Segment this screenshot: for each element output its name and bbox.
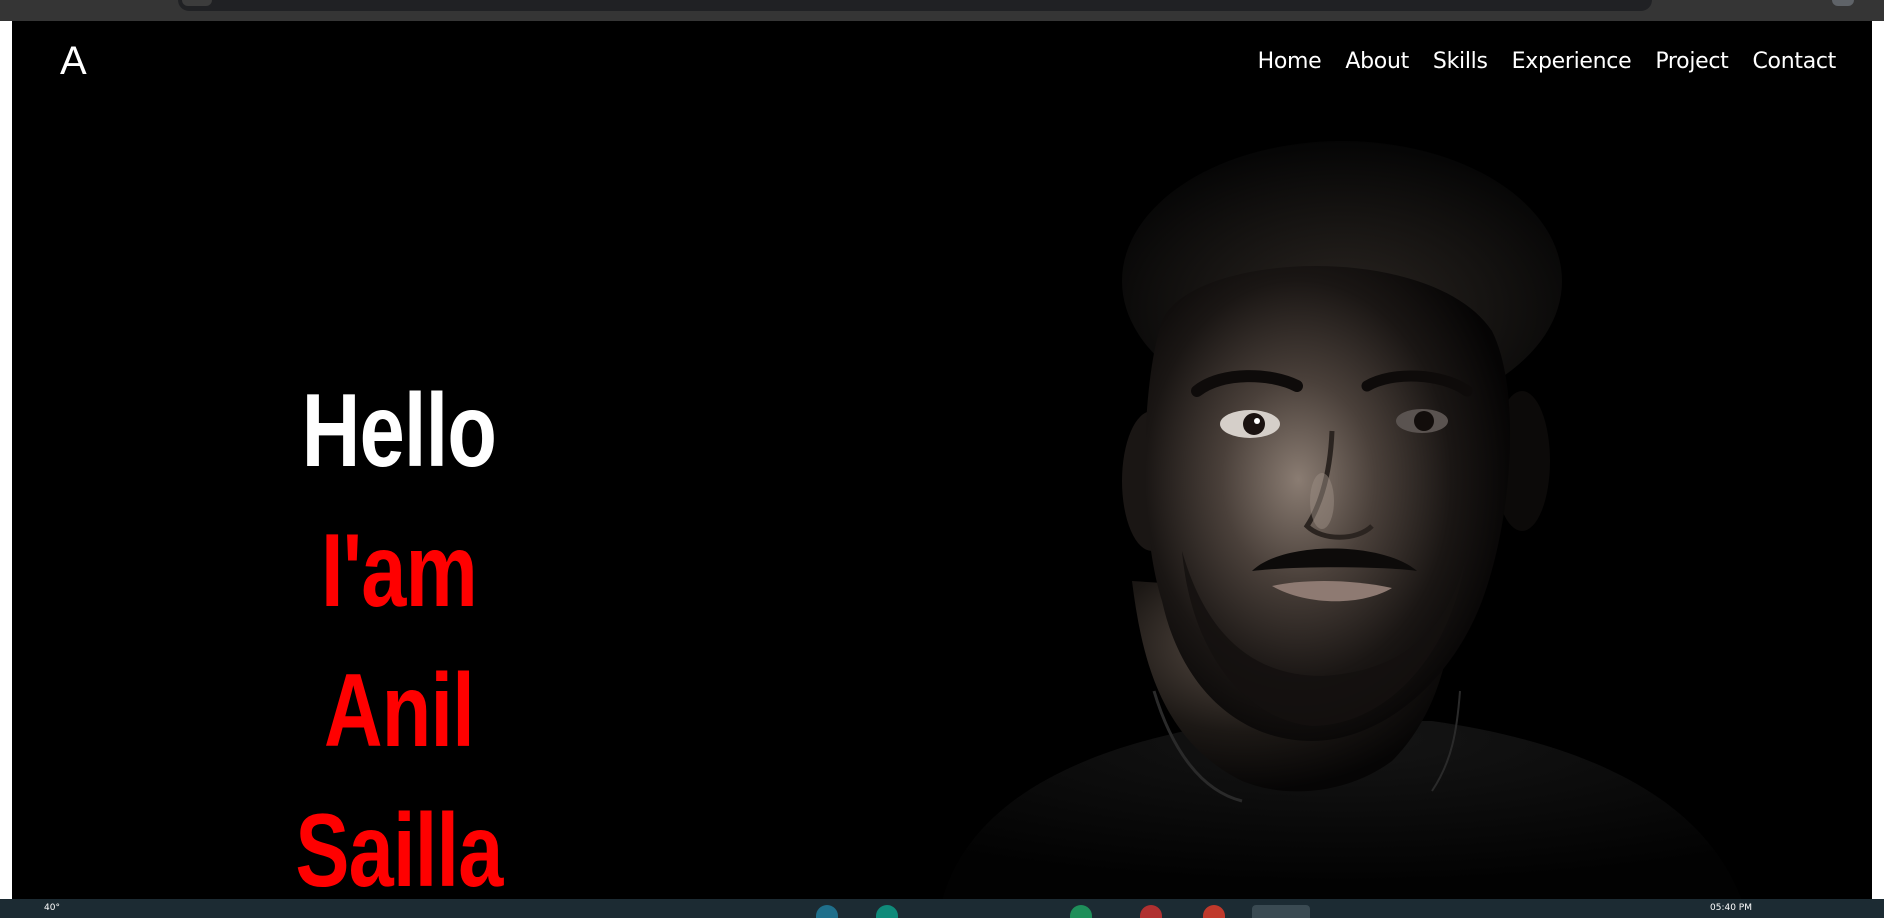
site-logo[interactable]: A — [60, 41, 87, 81]
hero-heading: Hello I'am Anil Sailla — [172, 361, 626, 899]
taskbar-app-icon[interactable] — [1070, 905, 1092, 918]
nav-experience[interactable]: Experience — [1512, 51, 1632, 73]
page-gutter-right — [1872, 21, 1884, 899]
weather-widget[interactable]: 40° — [44, 903, 60, 913]
nav-skills[interactable]: Skills — [1433, 51, 1488, 73]
taskbar-app-icon[interactable] — [1252, 905, 1310, 918]
nav-contact[interactable]: Contact — [1753, 51, 1837, 73]
portfolio-page: A Home About Skills Experience Project C… — [12, 21, 1872, 899]
taskbar-app-icon[interactable] — [816, 905, 838, 918]
taskbar-app-icon[interactable] — [1140, 905, 1162, 918]
taskbar-app-icon[interactable] — [1203, 905, 1225, 918]
address-bar[interactable] — [178, 0, 1652, 11]
main-nav: Home About Skills Experience Project Con… — [1258, 51, 1837, 73]
clock[interactable]: 05:40 PM — [1710, 903, 1752, 913]
profile-icon[interactable] — [1832, 0, 1854, 6]
page-gutter-left — [0, 21, 12, 899]
site-info-icon[interactable] — [182, 0, 212, 6]
hero-greeting: Hello — [301, 373, 497, 489]
hero-intro: I'am — [321, 513, 478, 629]
nav-home[interactable]: Home — [1258, 51, 1322, 73]
os-taskbar: 40° 05:40 PM — [0, 899, 1884, 918]
taskbar-app-icon[interactable] — [876, 905, 898, 918]
profile-photo — [942, 141, 1742, 899]
browser-toolbar — [0, 0, 1884, 21]
hero-name: Anil Sailla — [295, 653, 503, 899]
nav-project[interactable]: Project — [1655, 51, 1728, 73]
nav-about[interactable]: About — [1345, 51, 1409, 73]
